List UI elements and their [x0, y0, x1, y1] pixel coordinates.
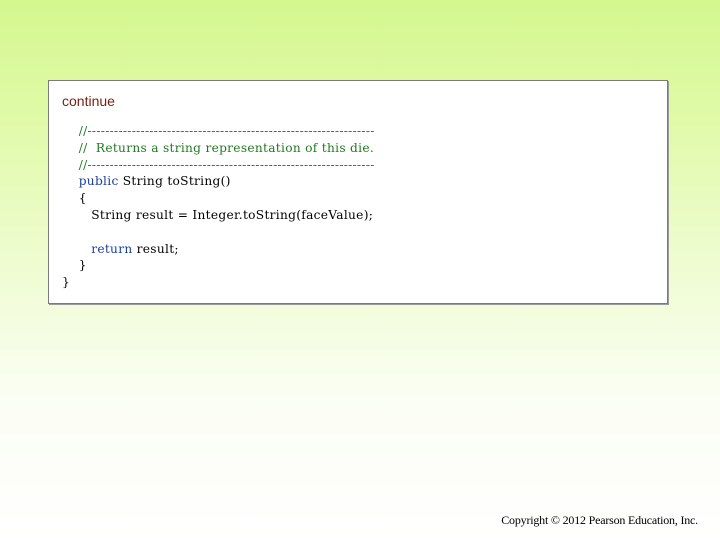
method-close-brace: }	[62, 257, 375, 274]
return-statement-rest: result;	[132, 241, 179, 256]
method-open-brace-text: {	[78, 191, 87, 206]
comment-description: // Returns a string representation of th…	[62, 140, 375, 157]
public-keyword: public	[78, 174, 119, 189]
class-close-brace-text: }	[62, 275, 71, 290]
continue-label: continue	[62, 93, 115, 109]
comment-divider-top-text: //--------------------------------------…	[78, 124, 375, 138]
result-declaration: String result = Integer.toString(faceVal…	[62, 207, 375, 224]
method-open-brace: {	[62, 190, 375, 207]
result-declaration-text: String result = Integer.toString(faceVal…	[91, 207, 374, 222]
comment-divider-bottom-text: //--------------------------------------…	[78, 157, 375, 172]
copyright-notice: Copyright © 2012 Pearson Education, Inc.	[501, 513, 698, 527]
comment-divider-top: //--------------------------------------…	[62, 123, 375, 140]
method-signature-rest: String toString()	[118, 174, 231, 189]
comment-divider-bottom: //--------------------------------------…	[62, 157, 375, 174]
return-keyword: return	[91, 241, 133, 256]
class-close-brace: }	[62, 274, 375, 291]
comment-description-text: // Returns a string representation of th…	[78, 140, 375, 155]
code-panel: continue //-----------------------------…	[48, 80, 668, 304]
return-statement: return result;	[62, 241, 375, 258]
method-close-brace-text: }	[78, 258, 87, 273]
code-listing: //--------------------------------------…	[62, 123, 375, 291]
method-signature: public String toString()	[62, 173, 375, 190]
